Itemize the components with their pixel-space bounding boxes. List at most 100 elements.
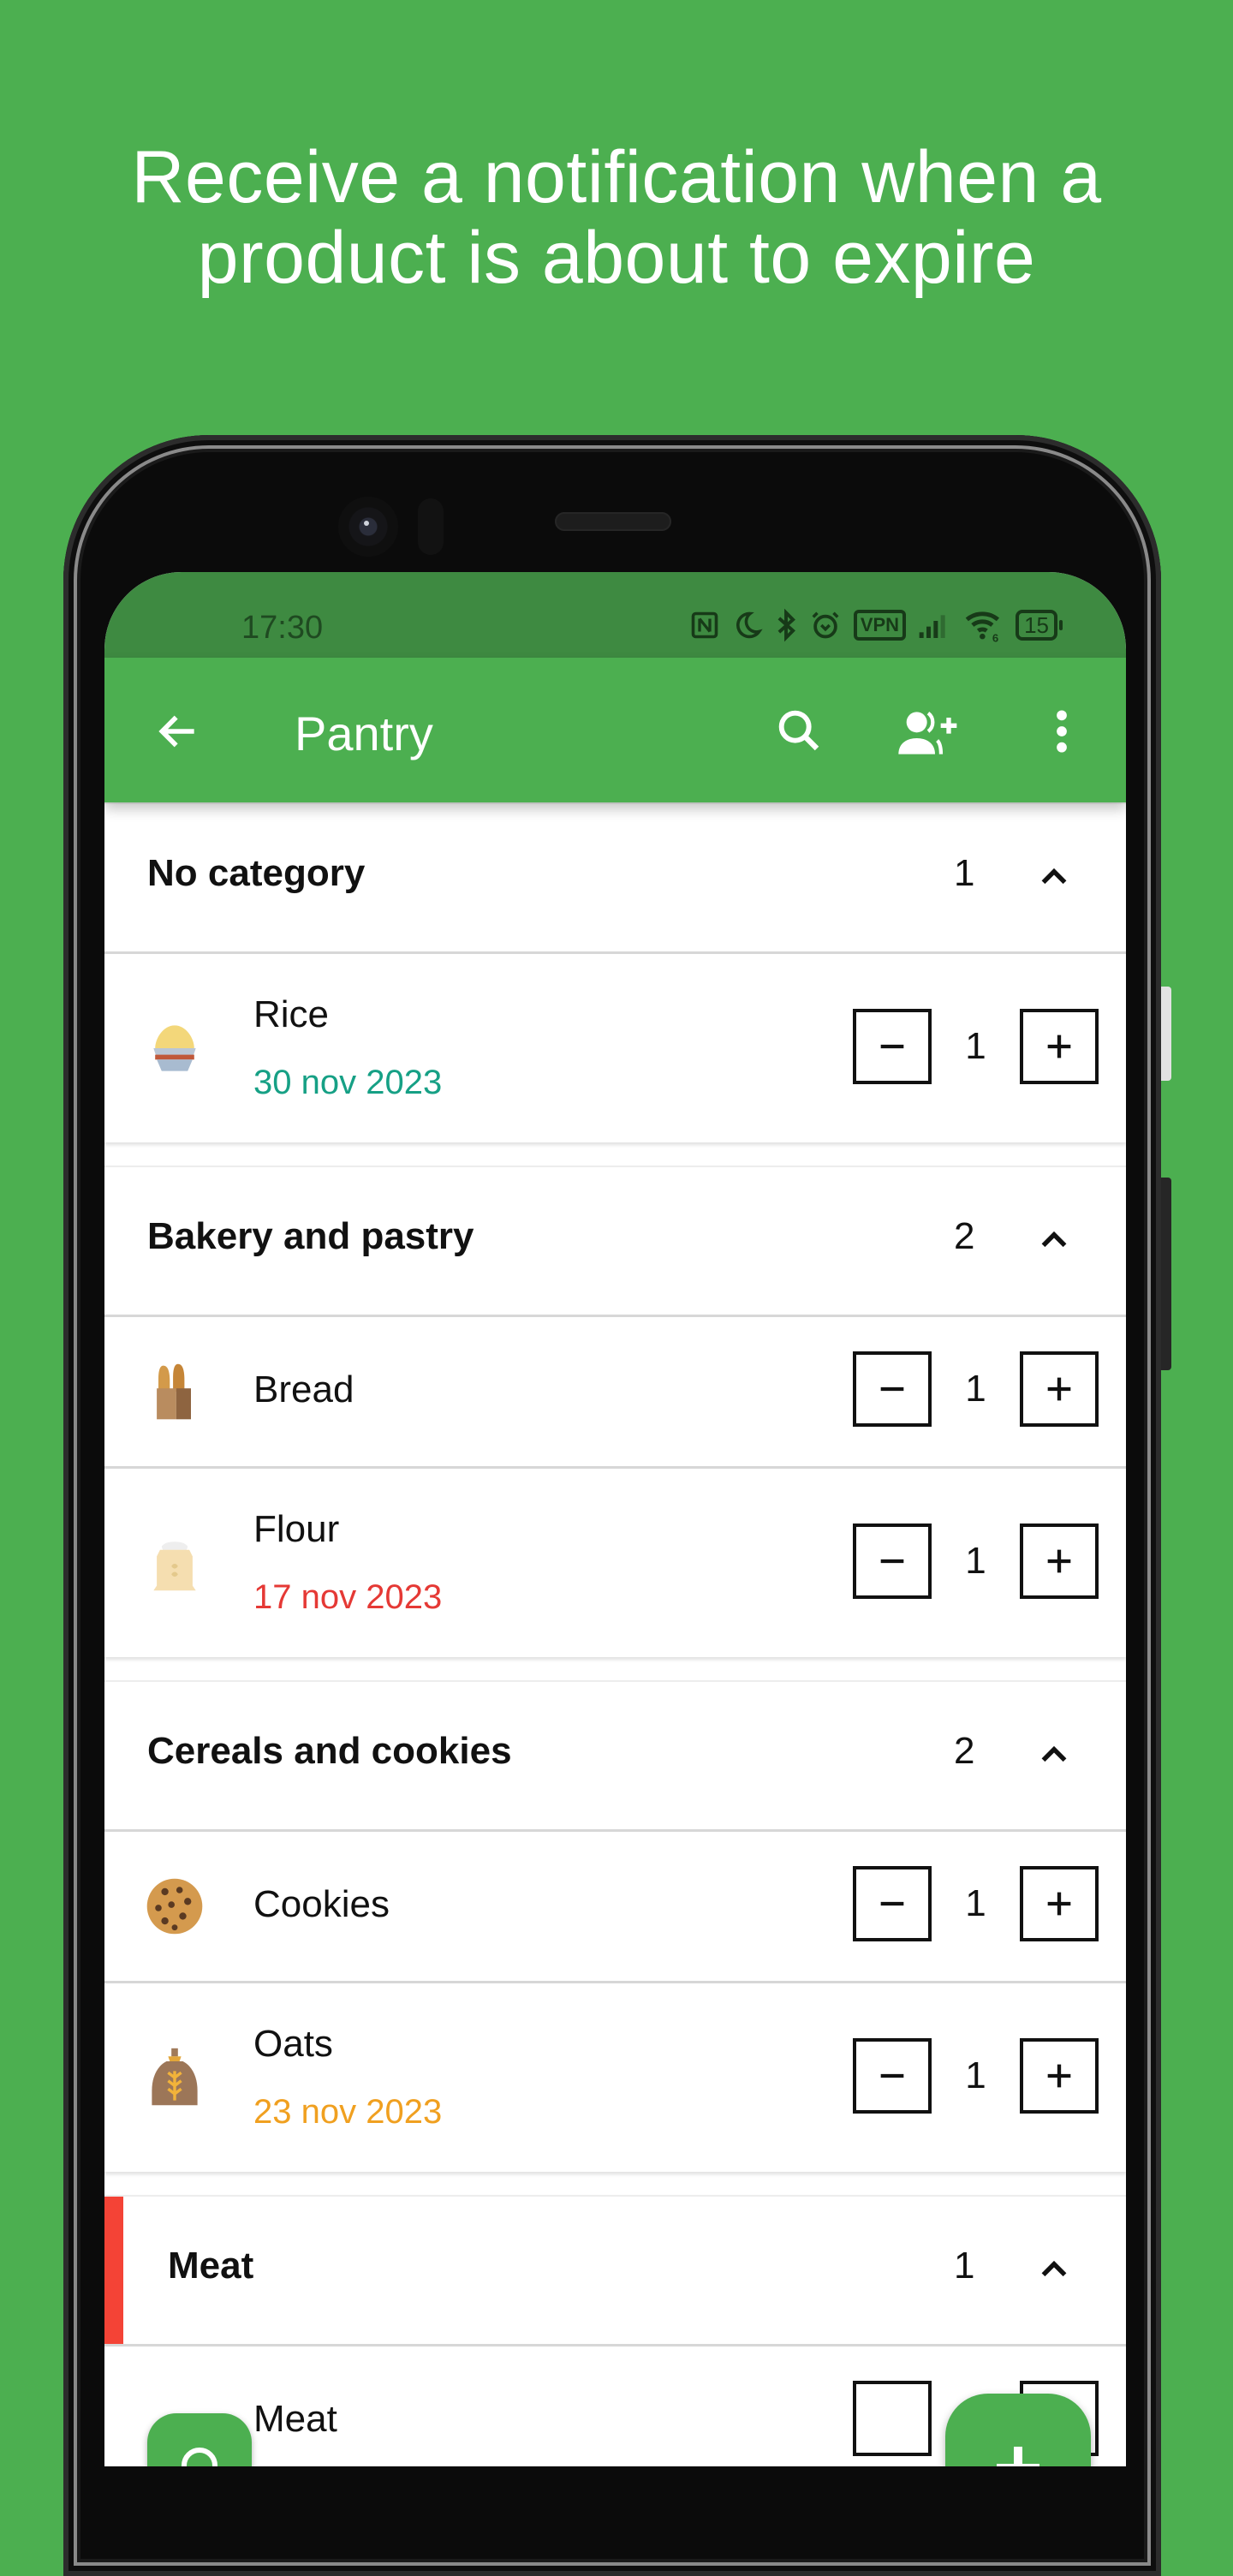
add-product-button[interactable] [945, 2394, 1091, 2466]
rice-bowl-icon [153, 1025, 196, 1071]
decrement-button[interactable] [853, 1009, 932, 1084]
minus-icon [880, 1901, 904, 1906]
category-header[interactable]: Cereals and cookies 2 [104, 1682, 1126, 1832]
list-item[interactable]: Bread 1 [104, 1317, 1126, 1469]
chevron-up-icon[interactable] [1033, 2248, 1075, 2291]
item-name: Oats [253, 2023, 333, 2065]
minus-icon [880, 2073, 904, 2078]
proximity-sensor [418, 498, 444, 555]
quantity-value: 1 [965, 1540, 986, 1582]
expiry-date: 30 nov 2023 [253, 1064, 443, 1101]
plus-icon [1047, 1035, 1071, 1058]
category-card: No category 1 Rice 30 nov 2023 1 [104, 802, 1126, 1142]
list-item[interactable]: Rice 30 nov 2023 1 [104, 954, 1126, 1142]
category-count: 2 [954, 1730, 975, 1772]
cookie-icon [146, 1878, 203, 1935]
decrement-button[interactable] [853, 1866, 932, 1941]
category-count: 2 [954, 1215, 975, 1257]
list-item[interactable]: Cookies 1 [104, 1832, 1126, 1983]
increment-button[interactable] [1020, 2038, 1099, 2114]
increment-button[interactable] [1020, 1351, 1099, 1427]
category-name: No category [147, 852, 366, 894]
power-button [1161, 1178, 1171, 1370]
wifi-badge: 6 [992, 632, 998, 642]
item-name: Bread [253, 1368, 354, 1410]
chevron-up-icon[interactable] [1033, 1219, 1075, 1261]
share-pantry-button[interactable] [894, 704, 957, 759]
minus-icon [880, 1559, 904, 1564]
status-icons: VPN 6 15 [689, 608, 1063, 642]
category-name: Meat [168, 2245, 254, 2287]
quantity-stepper: 1 [853, 1866, 1099, 1941]
decrement-button[interactable] [853, 1524, 932, 1599]
quantity-stepper: 1 [853, 1351, 1099, 1427]
quantity-value: 1 [965, 1882, 986, 1924]
status-bar: 17:30 VPN 6 15 [104, 572, 1126, 658]
expiry-date: 23 nov 2023 [253, 2093, 443, 2131]
category-header[interactable]: No category 1 [104, 804, 1126, 954]
increment-button[interactable] [1020, 1009, 1099, 1084]
back-button[interactable] [154, 707, 202, 755]
scan-icon [182, 2448, 217, 2466]
bread-icon [157, 1363, 191, 1420]
quantity-stepper: 1 [853, 1009, 1099, 1084]
quantity-value: 1 [965, 1368, 986, 1410]
plus-icon [1047, 2064, 1071, 2088]
quantity-stepper: 1 [853, 1524, 1099, 1599]
item-name: Rice [253, 993, 330, 1035]
category-name: Bakery and pastry [147, 1215, 474, 1257]
list-item[interactable]: Oats 23 nov 2023 1 [104, 1983, 1126, 2172]
volume-button [1161, 987, 1171, 1081]
quantity-stepper: 1 [853, 2038, 1099, 2114]
minus-icon [880, 1386, 904, 1392]
do-not-disturb-moon-icon [732, 610, 763, 641]
alarm-icon [809, 609, 842, 641]
app-bar: Pantry [104, 658, 1126, 802]
category-header[interactable]: Bakery and pastry 2 [104, 1167, 1126, 1317]
front-camera [338, 497, 398, 557]
earpiece-speaker [555, 512, 671, 531]
category-count: 1 [954, 2245, 975, 2287]
plus-icon [1047, 1377, 1071, 1401]
category-card: Bakery and pastry 2 Bread 1 Flour 17 nov… [104, 1166, 1126, 1657]
decrement-button[interactable] [853, 2038, 932, 2114]
item-name: Meat [253, 2398, 337, 2440]
item-name: Flour [253, 1508, 340, 1550]
page-title: Pantry [295, 707, 433, 760]
signal-icon [918, 611, 952, 640]
category-card: Cereals and cookies 2 Cookies 1 Oats 23 … [104, 1680, 1126, 2172]
category-count: 1 [954, 852, 975, 894]
back-arrow-icon [158, 715, 194, 748]
category-color-flag [104, 2197, 123, 2344]
decrement-button[interactable] [853, 2381, 932, 2456]
category-name: Cereals and cookies [147, 1730, 512, 1772]
plus-icon [1047, 1549, 1071, 1573]
quantity-value: 1 [965, 2054, 986, 2096]
battery-icon: 15 [1016, 610, 1063, 641]
more-options-button[interactable] [1034, 704, 1089, 759]
search-button[interactable] [772, 704, 827, 759]
oats-sack-icon [152, 2048, 198, 2106]
search-icon [778, 710, 819, 751]
scan-button[interactable] [147, 2413, 252, 2466]
minus-icon [880, 1044, 904, 1049]
wifi-icon: 6 [964, 608, 1004, 642]
promo-headline: Receive a notification when a product is… [0, 137, 1233, 298]
chevron-up-icon[interactable] [1033, 1733, 1075, 1776]
chevron-up-icon[interactable] [1033, 856, 1075, 898]
increment-button[interactable] [1020, 1524, 1099, 1599]
category-header[interactable]: Meat 1 [104, 2197, 1126, 2346]
decrement-button[interactable] [853, 1351, 932, 1427]
list-item[interactable]: Flour 17 nov 2023 1 [104, 1469, 1126, 1657]
pantry-list: No category 1 Rice 30 nov 2023 1 Bakery … [104, 802, 1126, 2466]
bluetooth-icon [775, 608, 797, 642]
promo-headline-line1: Receive a notification when a [131, 136, 1102, 218]
add-user-icon [898, 711, 957, 754]
battery-level: 15 [1024, 612, 1049, 638]
increment-button[interactable] [1020, 1866, 1099, 1941]
phone-screen: 17:30 VPN 6 15 Pantry No category 1 Rice… [104, 572, 1126, 2466]
flour-sack-icon [153, 1541, 196, 1591]
more-vert-icon [1057, 710, 1067, 753]
nfc-icon [689, 610, 720, 641]
quantity-value: 1 [965, 1025, 986, 1067]
